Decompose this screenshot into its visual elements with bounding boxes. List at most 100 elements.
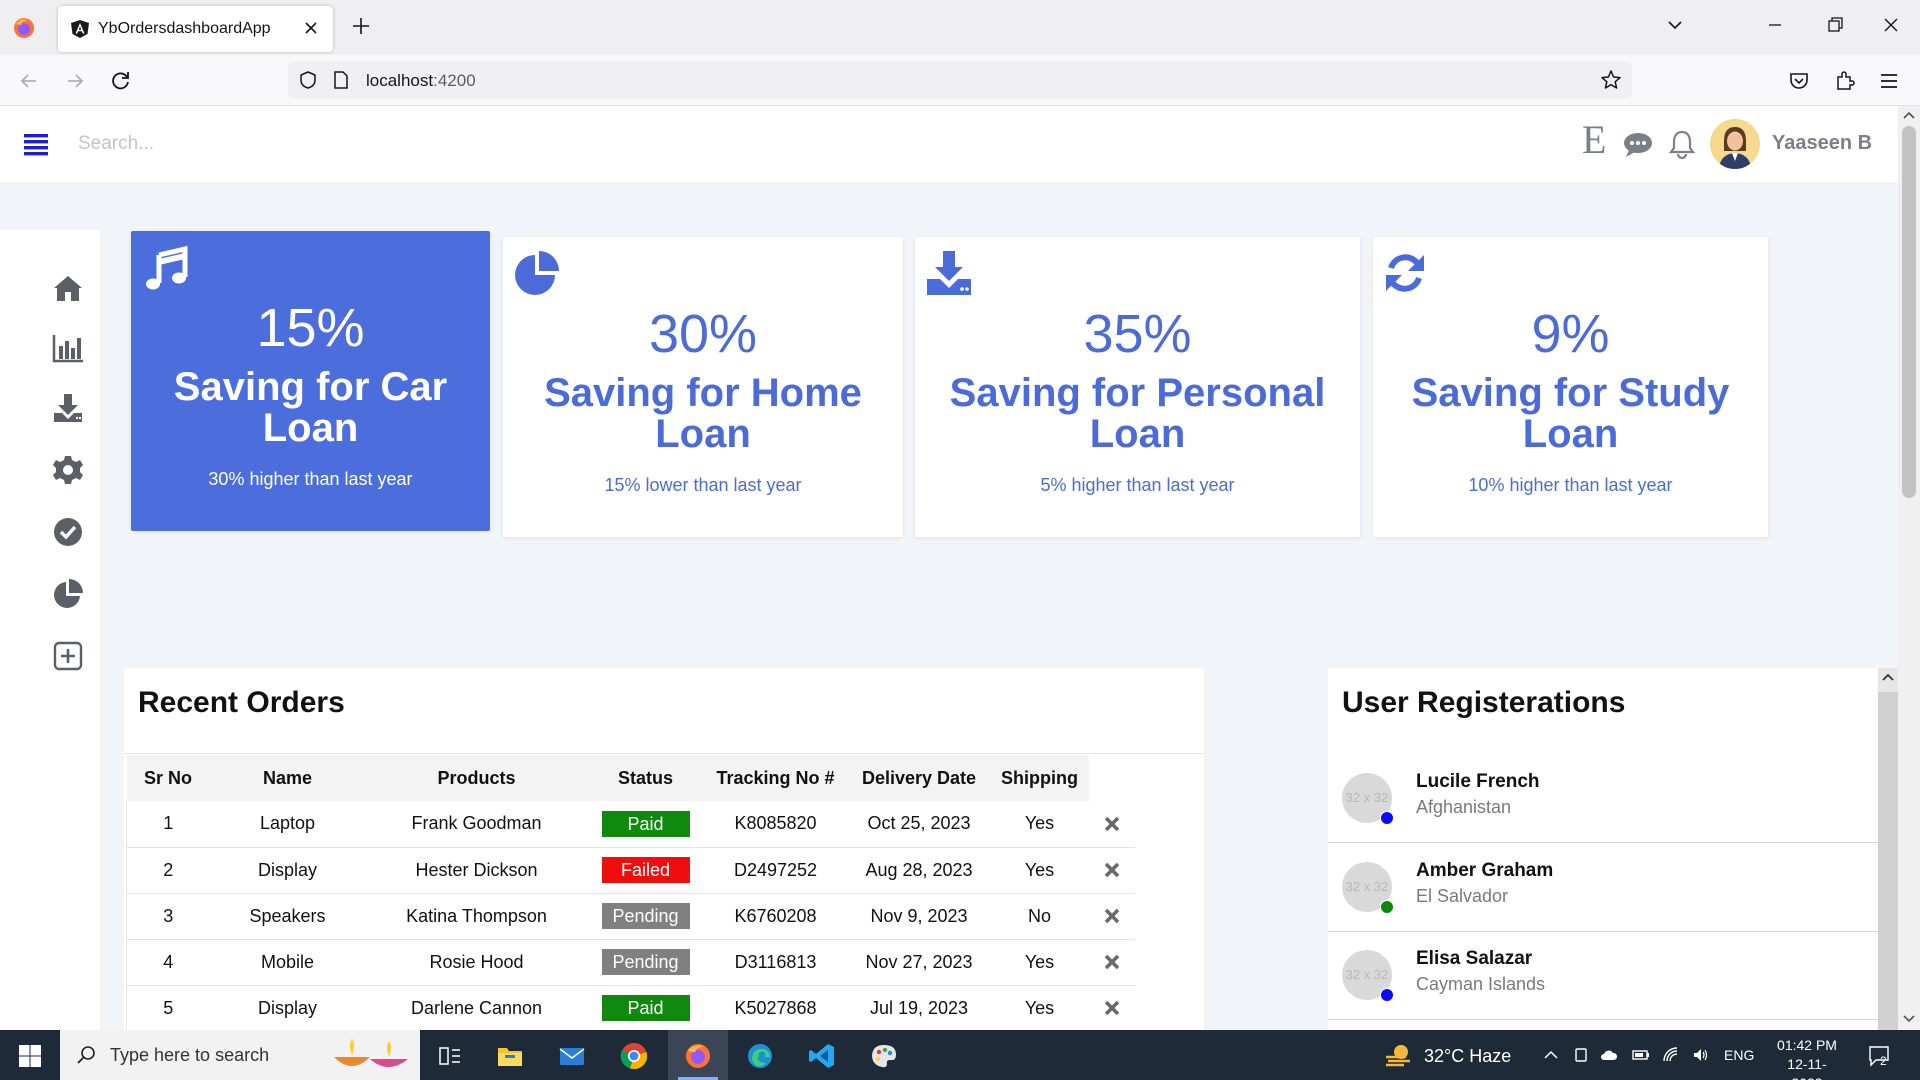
vscode-icon bbox=[809, 1044, 834, 1068]
list-item[interactable]: 32 x 32 Elisa Salazar Cayman Islands bbox=[1328, 932, 1878, 1020]
taskbar-edge[interactable] bbox=[730, 1030, 790, 1080]
table-row[interactable]: 3 Speakers Katina Thompson Pending K6760… bbox=[126, 893, 1135, 940]
recent-orders-panel: Recent Orders Sr No Name Products Status… bbox=[124, 668, 1204, 1030]
bookmark-star-icon[interactable] bbox=[1600, 69, 1622, 91]
table-row[interactable]: 1 Laptop Frank Goodman Paid K8085820 Oct… bbox=[126, 801, 1135, 848]
check-circle-icon[interactable] bbox=[52, 516, 84, 548]
windows-start-icon[interactable] bbox=[18, 1044, 42, 1068]
stat-card-car-loan[interactable]: 15% Saving for Car Loan 30% higher than … bbox=[131, 231, 490, 531]
page-scrollbar[interactable] bbox=[1898, 106, 1920, 1030]
stat-card-home-loan[interactable]: 30% Saving for Home Loan 15% lower than … bbox=[503, 237, 903, 537]
users-scrollbar-thumb[interactable] bbox=[1878, 692, 1898, 1030]
taskbar-file-explorer[interactable] bbox=[480, 1030, 540, 1080]
battery-icon[interactable] bbox=[1632, 1046, 1650, 1064]
browser-tab-active[interactable]: YbOrdersdashboardApp bbox=[58, 6, 333, 52]
table-row[interactable]: 2 Display Hester Dickson Failed D2497252… bbox=[126, 847, 1135, 894]
col-header-name[interactable]: Name bbox=[209, 755, 366, 801]
delete-x-icon[interactable] bbox=[1103, 907, 1121, 925]
forward-icon[interactable] bbox=[62, 68, 88, 94]
col-header-delivery-date[interactable]: Delivery Date bbox=[847, 755, 991, 801]
scroll-up-icon[interactable] bbox=[1903, 110, 1915, 122]
recent-orders-title: Recent Orders bbox=[138, 686, 345, 719]
url-text[interactable]: localhost:4200 bbox=[366, 71, 476, 91]
weather-text[interactable]: 32°C Haze bbox=[1424, 1046, 1511, 1067]
taskbar-vscode[interactable] bbox=[792, 1030, 852, 1080]
list-item[interactable]: 32 x 32 Lucile French Afghanistan bbox=[1328, 755, 1878, 843]
scroll-up-icon[interactable] bbox=[1882, 672, 1894, 684]
new-tab-icon[interactable] bbox=[350, 15, 372, 37]
gear-icon[interactable] bbox=[52, 454, 84, 486]
cell-sr: 2 bbox=[126, 847, 210, 894]
wifi-icon[interactable] bbox=[1662, 1046, 1680, 1064]
stat-card-personal-loan[interactable]: 35% Saving for Personal Loan 5% higher t… bbox=[915, 237, 1360, 537]
chat-icon[interactable] bbox=[1622, 128, 1654, 160]
list-item[interactable]: 32 x 32 Amber Graham El Salvador bbox=[1328, 844, 1878, 932]
cell-delete bbox=[1088, 893, 1135, 940]
taskbar-search-box[interactable]: Type here to search bbox=[60, 1030, 420, 1080]
home-icon[interactable] bbox=[52, 272, 84, 304]
menu-toggle-icon[interactable] bbox=[24, 132, 48, 156]
chevron-up-icon[interactable] bbox=[1542, 1046, 1560, 1064]
cell-tracking: K8085820 bbox=[703, 801, 848, 848]
delete-x-icon[interactable] bbox=[1103, 953, 1121, 971]
minimize-icon[interactable] bbox=[1764, 14, 1786, 36]
cell-sr: 3 bbox=[126, 893, 210, 940]
restore-icon[interactable] bbox=[1824, 14, 1846, 36]
user-avatar[interactable] bbox=[1710, 119, 1760, 169]
music-icon bbox=[146, 245, 188, 290]
app-menu-icon[interactable] bbox=[1876, 68, 1902, 94]
bell-icon[interactable] bbox=[1666, 128, 1698, 160]
pocket-icon[interactable] bbox=[1786, 68, 1812, 94]
card-value: 15% bbox=[256, 298, 365, 358]
haze-weather-icon[interactable] bbox=[1384, 1042, 1414, 1070]
plus-square-icon[interactable] bbox=[52, 640, 84, 672]
device-icon[interactable] bbox=[1572, 1046, 1590, 1064]
extensions-icon[interactable] bbox=[1832, 68, 1858, 94]
stat-card-study-loan[interactable]: 9% Saving for Study Loan 10% higher than… bbox=[1373, 237, 1768, 537]
search-input[interactable] bbox=[78, 128, 478, 160]
taskbar-paint[interactable] bbox=[854, 1030, 914, 1080]
tracking-shield-icon[interactable] bbox=[298, 70, 318, 90]
letter-e-icon[interactable]: E bbox=[1582, 120, 1606, 160]
pie-chart-icon[interactable] bbox=[52, 578, 84, 610]
back-icon[interactable] bbox=[16, 68, 42, 94]
table-row[interactable]: 4 Mobile Rosie Hood Pending D3116813 Nov… bbox=[126, 939, 1135, 986]
cell-sr: 4 bbox=[126, 939, 210, 986]
cloud-icon[interactable] bbox=[1600, 1046, 1618, 1064]
bar-chart-icon[interactable] bbox=[52, 332, 84, 364]
users-scrollbar[interactable] bbox=[1878, 668, 1898, 1030]
volume-icon[interactable] bbox=[1692, 1046, 1710, 1064]
col-header-shipping[interactable]: Shipping bbox=[990, 755, 1089, 801]
list-tabs-icon[interactable] bbox=[1664, 14, 1686, 36]
notification-center-icon[interactable]: 2 bbox=[1868, 1044, 1892, 1068]
taskbar-firefox[interactable] bbox=[668, 1030, 728, 1080]
taskbar-task-view[interactable] bbox=[420, 1030, 480, 1080]
url-bar[interactable]: localhost:4200 bbox=[288, 61, 1632, 99]
table-row[interactable]: 5 Display Darlene Cannon Paid K5027868 J… bbox=[126, 985, 1135, 1030]
user-name[interactable]: Yaaseen B bbox=[1772, 132, 1872, 155]
scroll-down-icon[interactable] bbox=[1903, 1012, 1915, 1024]
firefox-menu-icon[interactable] bbox=[12, 16, 36, 40]
download-icon[interactable] bbox=[52, 392, 84, 424]
col-header-tracking[interactable]: Tracking No # bbox=[703, 755, 848, 801]
clock[interactable]: 01:42 PM 12-11-2023 bbox=[1772, 1036, 1842, 1080]
col-header-sr-no[interactable]: Sr No bbox=[126, 755, 210, 801]
page-info-icon[interactable] bbox=[332, 70, 350, 90]
reload-icon[interactable] bbox=[108, 68, 134, 94]
cell-product: Katina Thompson bbox=[365, 893, 588, 940]
col-header-products[interactable]: Products bbox=[365, 755, 588, 801]
delete-x-icon[interactable] bbox=[1103, 861, 1121, 879]
col-header-status[interactable]: Status bbox=[587, 755, 704, 801]
user-country: Afghanistan bbox=[1416, 797, 1512, 817]
taskbar-chrome[interactable] bbox=[604, 1030, 664, 1080]
card-value: 30% bbox=[648, 304, 758, 364]
close-window-icon[interactable] bbox=[1880, 14, 1902, 36]
delete-x-icon[interactable] bbox=[1103, 815, 1121, 833]
page-scrollbar-thumb[interactable] bbox=[1902, 126, 1916, 498]
close-tab-icon[interactable] bbox=[301, 18, 321, 38]
delete-x-icon[interactable] bbox=[1103, 999, 1121, 1017]
taskbar-search-text: Type here to search bbox=[110, 1045, 270, 1065]
language-indicator[interactable]: ENG bbox=[1724, 1047, 1754, 1063]
cell-date: Jul 19, 2023 bbox=[847, 985, 991, 1030]
taskbar-mail[interactable] bbox=[542, 1030, 602, 1080]
